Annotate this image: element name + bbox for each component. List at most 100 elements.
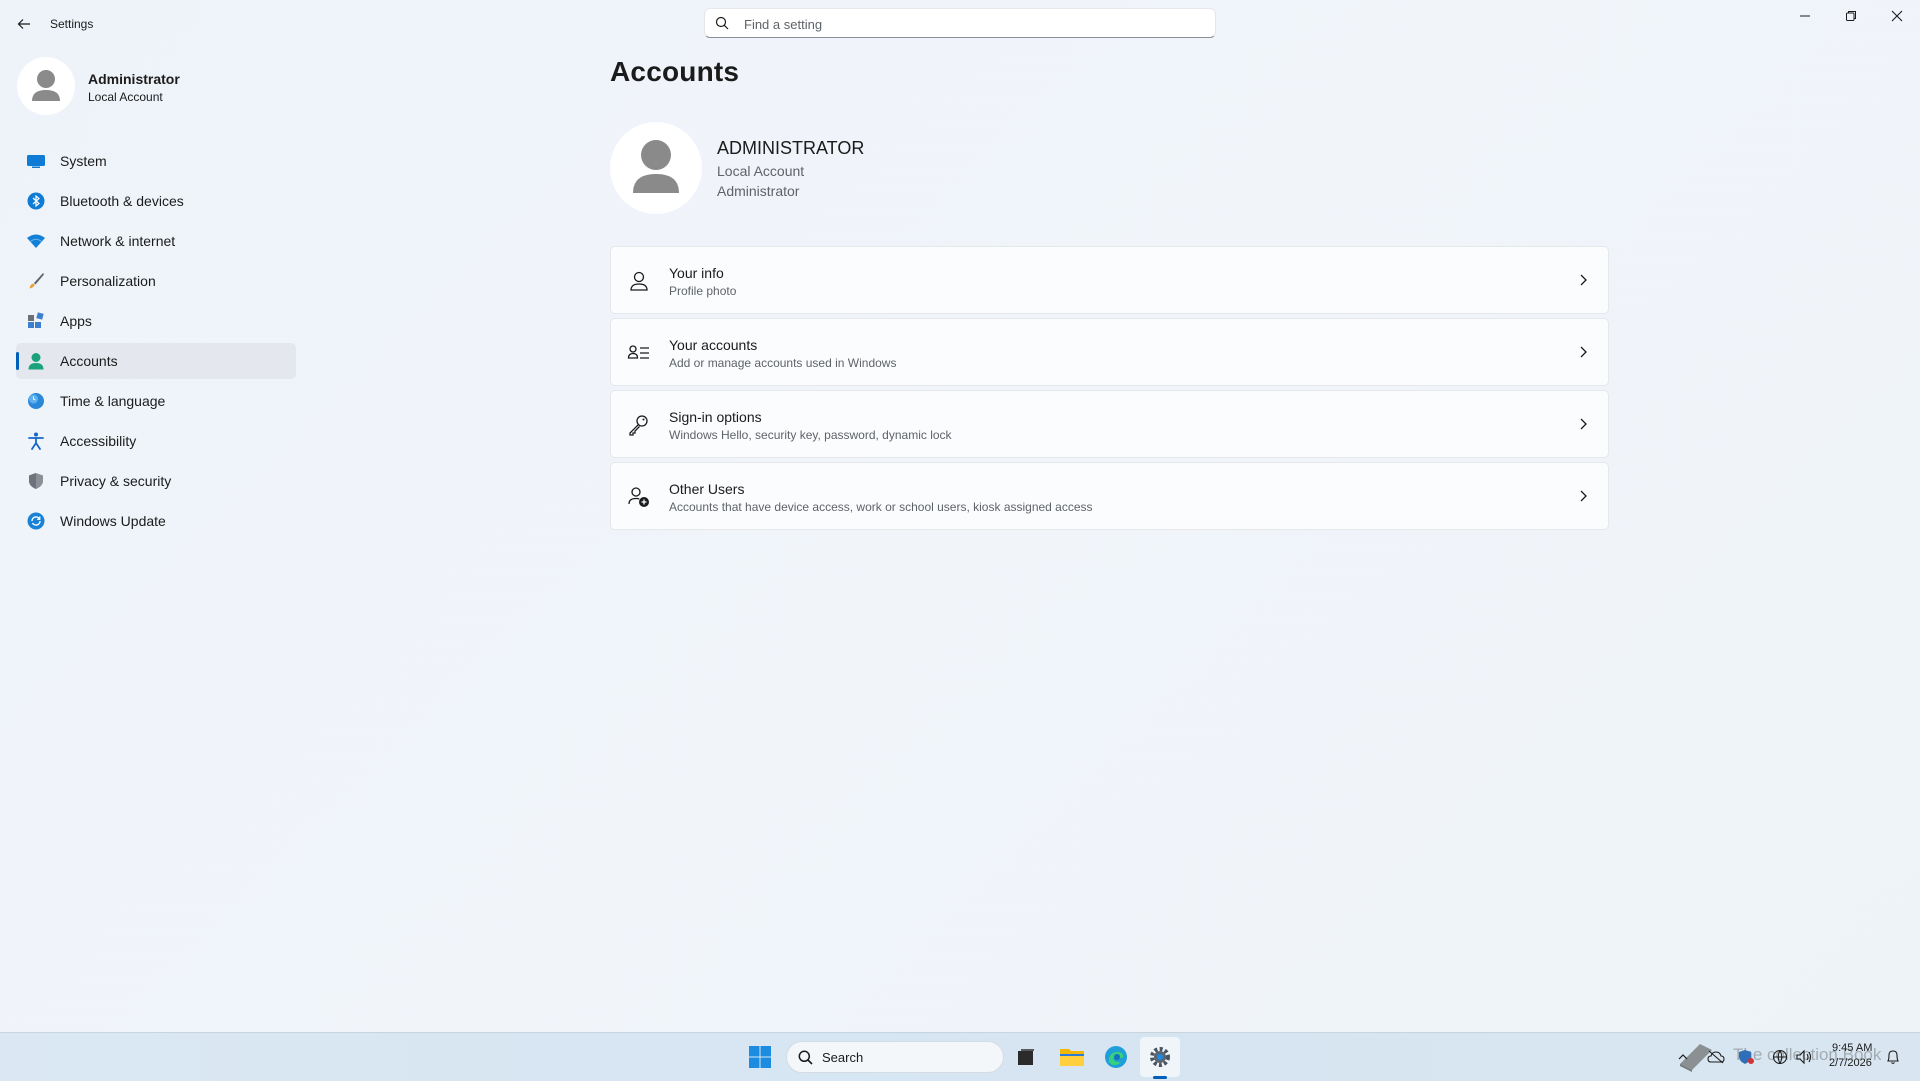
app-title: Settings	[50, 17, 94, 31]
sidebar-item-windows-update[interactable]: Windows Update	[16, 503, 296, 539]
close-button[interactable]	[1874, 0, 1920, 32]
shield-icon	[26, 471, 46, 491]
card-title: Other Users	[669, 481, 745, 497]
sidebar-item-accessibility[interactable]: Accessibility	[16, 423, 296, 459]
windows-logo-icon	[749, 1046, 771, 1068]
person-icon	[630, 271, 648, 291]
account-role: Administrator	[717, 183, 800, 199]
settings-search-input[interactable]	[742, 13, 1186, 35]
clock-globe-icon	[26, 391, 46, 411]
search-icon	[798, 1050, 813, 1065]
sidebar-item-privacy-security[interactable]: Privacy & security	[16, 463, 296, 499]
speaker-icon	[1796, 1049, 1812, 1065]
sidebar-item-label: System	[60, 153, 107, 169]
taskbar-task-view[interactable]	[1006, 1037, 1046, 1077]
sidebar-item-network[interactable]: Network & internet	[16, 223, 296, 259]
sidebar-item-time-language[interactable]: Time & language	[16, 383, 296, 419]
sidebar-item-label: Privacy & security	[60, 473, 172, 489]
accounts-icon	[26, 351, 46, 371]
taskbar-file-explorer[interactable]	[1052, 1037, 1092, 1077]
active-app-indicator	[1153, 1076, 1167, 1079]
search-icon	[715, 16, 729, 30]
clock-time[interactable]: 9:45 AM	[1832, 1042, 1872, 1054]
tray-network[interactable]	[1770, 1043, 1790, 1071]
card-your-accounts[interactable]: Your accounts Add or manage accounts use…	[610, 318, 1609, 386]
settings-cards: Your info Profile photo Your accounts Ad…	[610, 246, 1609, 534]
taskbar: Search The collection Book 9:45 AM 2/7/2…	[0, 1032, 1920, 1081]
card-other-users[interactable]: Other Users Accounts that have device ac…	[610, 462, 1609, 530]
card-title: Your accounts	[669, 337, 758, 353]
sidebar-nav: System Bluetooth & devices Network & int…	[16, 143, 296, 543]
apps-icon	[26, 311, 46, 331]
restore-button[interactable]	[1828, 0, 1874, 32]
card-subtitle: Profile photo	[669, 284, 737, 298]
cloud-offline-icon	[1707, 1050, 1725, 1064]
sidebar-item-label: Accessibility	[60, 433, 137, 449]
sidebar-item-label: Accounts	[60, 353, 118, 369]
title-bar: Settings	[0, 0, 1920, 46]
restore-icon	[1846, 11, 1856, 21]
profile-account-type: Local Account	[88, 90, 163, 104]
settings-search-box[interactable]	[704, 8, 1216, 38]
system-icon	[26, 151, 46, 171]
taskbar-search[interactable]: Search	[786, 1041, 1004, 1073]
taskbar-search-label: Search	[822, 1050, 864, 1065]
sidebar-item-apps[interactable]: Apps	[16, 303, 296, 339]
sidebar-item-label: Time & language	[60, 393, 166, 409]
card-your-info[interactable]: Your info Profile photo	[610, 246, 1609, 314]
tray-notifications[interactable]	[1883, 1043, 1903, 1071]
sidebar-item-label: Apps	[60, 313, 92, 329]
chevron-up-icon	[1678, 1054, 1688, 1060]
bluetooth-icon	[26, 191, 46, 211]
gear-icon	[1150, 1047, 1170, 1067]
user-avatar-icon	[32, 70, 60, 101]
card-subtitle: Windows Hello, security key, password, d…	[669, 428, 952, 442]
user-avatar-icon	[633, 140, 679, 193]
sidebar-item-personalization[interactable]: Personalization	[16, 263, 296, 299]
page-title: Accounts	[610, 56, 740, 87]
tray-onedrive[interactable]	[1706, 1043, 1726, 1071]
clock-date[interactable]: 2/7/2026	[1829, 1057, 1872, 1069]
account-type: Local Account	[717, 163, 805, 179]
tray-volume[interactable]	[1794, 1043, 1814, 1071]
notification-bell-icon	[1887, 1050, 1899, 1064]
card-subtitle: Accounts that have device access, work o…	[669, 500, 1093, 514]
start-button[interactable]	[740, 1037, 780, 1077]
back-button[interactable]	[10, 10, 38, 38]
security-alert-icon	[1739, 1050, 1754, 1064]
sidebar-item-label: Network & internet	[60, 233, 176, 249]
show-hidden-icons-button[interactable]	[1673, 1043, 1693, 1071]
folder-icon	[1060, 1049, 1084, 1066]
profile-name: Administrator	[88, 71, 180, 87]
minimize-button[interactable]	[1782, 0, 1828, 32]
sidebar-item-system[interactable]: System	[16, 143, 296, 179]
card-title: Sign-in options	[669, 409, 762, 425]
close-icon	[1891, 10, 1903, 22]
chevron-right-icon	[1580, 346, 1587, 358]
card-sign-in-options[interactable]: Sign-in options Windows Hello, security …	[610, 390, 1609, 458]
accessibility-icon	[26, 431, 46, 451]
chevron-right-icon	[1580, 418, 1587, 430]
card-title: Your info	[669, 265, 724, 281]
taskbar-settings[interactable]	[1140, 1037, 1180, 1077]
update-icon	[26, 511, 46, 531]
taskbar-edge[interactable]	[1096, 1037, 1136, 1077]
wifi-icon	[26, 231, 46, 251]
task-view-icon	[1018, 1049, 1034, 1065]
account-avatar[interactable]	[610, 122, 702, 214]
chevron-right-icon	[1580, 490, 1587, 502]
sidebar-item-accounts[interactable]: Accounts	[16, 343, 296, 379]
back-arrow-icon	[17, 19, 30, 29]
edge-browser-icon	[1105, 1046, 1127, 1068]
add-person-icon	[628, 487, 649, 507]
globe-icon	[1772, 1049, 1788, 1065]
sidebar-item-bluetooth[interactable]: Bluetooth & devices	[16, 183, 296, 219]
chevron-right-icon	[1580, 274, 1587, 286]
tray-security[interactable]	[1736, 1043, 1756, 1071]
sidebar-item-label: Windows Update	[60, 513, 166, 529]
account-name: ADMINISTRATOR	[717, 138, 865, 158]
profile-avatar[interactable]	[17, 57, 75, 115]
minimize-icon	[1800, 15, 1810, 17]
sidebar-item-label: Bluetooth & devices	[60, 193, 184, 209]
brush-icon	[26, 271, 46, 291]
